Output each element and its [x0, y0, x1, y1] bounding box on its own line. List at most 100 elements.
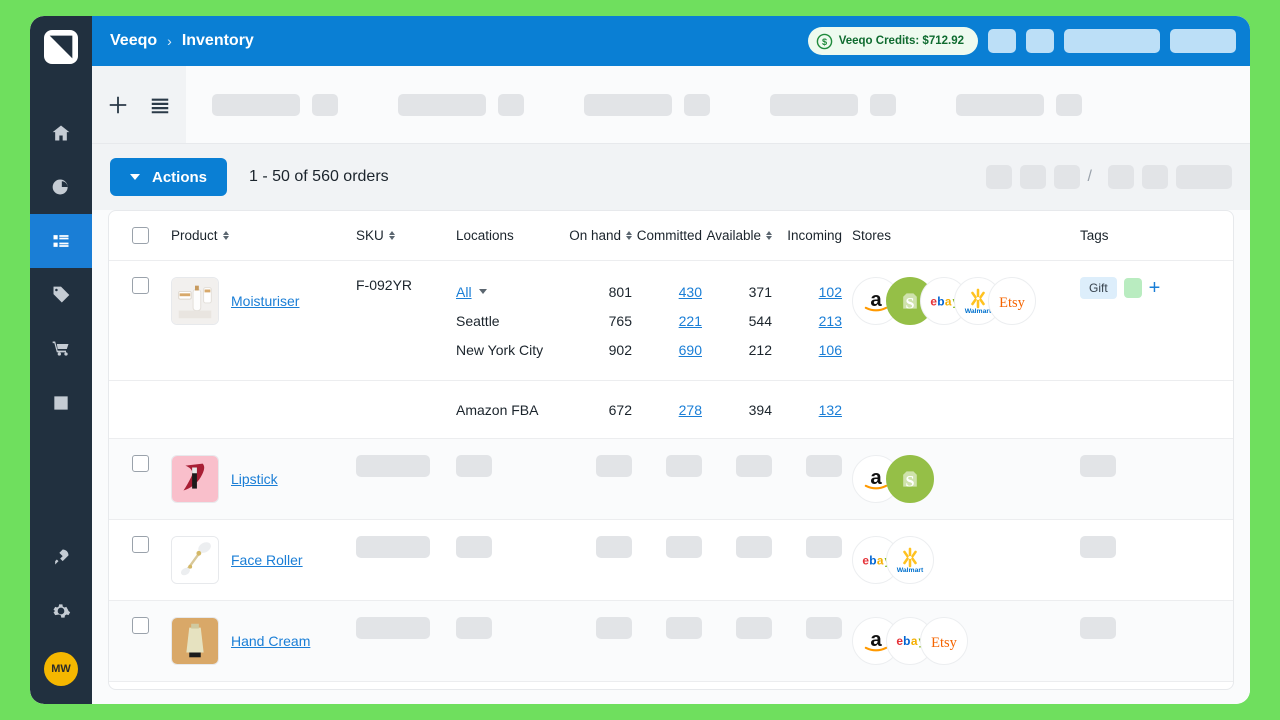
- plus-icon[interactable]: [107, 94, 129, 116]
- tags-cell: Gift +: [1070, 261, 1233, 315]
- hand-cream-thumb: [171, 617, 219, 665]
- etsy-icon[interactable]: Etsy: [920, 617, 968, 665]
- row-checkbox[interactable]: [131, 536, 149, 553]
- home-icon: [52, 125, 70, 141]
- on-hand-placeholder: [596, 455, 632, 477]
- table-container: Product SKU Locations On hand Committed …: [92, 210, 1250, 704]
- sidebar-item-orders[interactable]: [30, 322, 92, 376]
- available-placeholder: [736, 617, 772, 639]
- incoming-placeholder: [806, 617, 842, 639]
- committed-placeholder: [666, 536, 702, 558]
- sidebar-item-settings[interactable]: [30, 584, 92, 638]
- select-all-checkbox[interactable]: [131, 227, 149, 244]
- committed-value[interactable]: 430: [679, 284, 702, 300]
- tag-color-swatch[interactable]: [1123, 278, 1142, 298]
- tags-placeholder: [1080, 617, 1116, 639]
- sku-cell: [356, 439, 456, 493]
- add-tag-button[interactable]: +: [1149, 278, 1161, 298]
- etsy-icon[interactable]: Etsy: [988, 277, 1036, 325]
- row-checkbox[interactable]: [131, 277, 149, 294]
- avatar[interactable]: MW: [44, 652, 78, 686]
- filter-placeholder-4b[interactable]: [870, 93, 896, 116]
- pagination-placeholder-2[interactable]: [1019, 165, 1046, 189]
- sidebar-item-products[interactable]: [30, 268, 92, 322]
- table-row[interactable]: Moisturiser F-092YR All Seattle New York…: [109, 261, 1233, 380]
- top-bar: Veeqo › Inventory $ Veeqo Credits: $712.…: [92, 16, 1250, 66]
- sidebar-item-reports[interactable]: [30, 160, 92, 214]
- table-row[interactable]: Face Roller ebay Walmart: [109, 520, 1233, 601]
- pagination-placeholder-4[interactable]: [1108, 165, 1134, 189]
- filter-placeholder-1b[interactable]: [312, 93, 338, 116]
- sku-cell: [356, 601, 456, 655]
- sort-icon[interactable]: [222, 231, 229, 240]
- header-available-label: Available: [706, 228, 761, 243]
- filter-placeholder-2[interactable]: [398, 93, 486, 116]
- product-link[interactable]: Lipstick: [231, 471, 278, 487]
- filter-placeholder-1[interactable]: [212, 93, 300, 116]
- pagination-placeholder-3[interactable]: [1053, 165, 1080, 189]
- pagination-placeholder-1[interactable]: [985, 165, 1012, 189]
- committed-value[interactable]: 221: [679, 313, 702, 329]
- fba-committed-value[interactable]: 278: [679, 402, 702, 418]
- product-link[interactable]: Hand Cream: [231, 633, 310, 649]
- filter-placeholder-3[interactable]: [584, 93, 672, 116]
- tags-placeholder: [1080, 455, 1116, 477]
- row-checkbox[interactable]: [131, 455, 149, 472]
- header-sku-label: SKU: [356, 228, 384, 243]
- breadcrumb-root[interactable]: Veeqo: [110, 32, 157, 50]
- incoming-value[interactable]: 102: [819, 284, 842, 300]
- location-all-link[interactable]: All: [456, 284, 472, 300]
- header-available[interactable]: Available: [702, 228, 772, 243]
- committed-cell: [632, 439, 702, 493]
- topbar-placeholder-3[interactable]: [1064, 29, 1160, 53]
- sidebar-item-home[interactable]: [30, 106, 92, 160]
- row-checkbox[interactable]: [131, 617, 149, 634]
- table-row[interactable]: Eye Roller a S ebay: [109, 682, 1233, 689]
- table-row[interactable]: Lipstick a S: [109, 439, 1233, 520]
- sku-cell: F-092YR: [356, 277, 413, 293]
- product-cell: Hand Cream: [171, 601, 356, 681]
- incoming-cell: 102 213 106: [772, 261, 842, 380]
- row-select-cell: [109, 439, 171, 488]
- filter-placeholder-2b[interactable]: [498, 93, 524, 116]
- sidebar-item-inventory[interactable]: [30, 214, 92, 268]
- sidebar-item-whats-new[interactable]: [30, 530, 92, 584]
- walmart-icon[interactable]: Walmart: [886, 536, 934, 584]
- tag-chip[interactable]: Gift: [1080, 277, 1117, 299]
- veeqo-credits-badge[interactable]: $ Veeqo Credits: $712.92: [807, 27, 978, 55]
- pagination-placeholder-6[interactable]: [1176, 165, 1232, 189]
- header-sku[interactable]: SKU: [356, 228, 456, 243]
- incoming-value[interactable]: 213: [819, 313, 842, 329]
- table-subrow-fba[interactable]: Amazon FBA 672 278 394 132: [109, 380, 1233, 439]
- bar-chart-icon: [54, 396, 68, 410]
- hamburger-icon[interactable]: [149, 94, 171, 116]
- veeqo-logo[interactable]: [44, 30, 78, 64]
- product-link[interactable]: Moisturiser: [231, 293, 299, 309]
- row-select-cell: [109, 520, 171, 569]
- filter-placeholder-5[interactable]: [956, 93, 1044, 116]
- topbar-placeholder-1[interactable]: [988, 29, 1016, 53]
- header-product[interactable]: Product: [171, 228, 356, 243]
- filter-placeholder-5b[interactable]: [1056, 93, 1082, 116]
- sku-placeholder: [356, 536, 430, 558]
- moisturiser-thumb: [171, 277, 219, 325]
- fba-available-value: 394: [748, 401, 772, 418]
- chevron-down-icon[interactable]: [478, 289, 487, 294]
- fba-incoming-value[interactable]: 132: [819, 402, 842, 418]
- product-link[interactable]: Face Roller: [231, 552, 303, 568]
- committed-value[interactable]: 690: [679, 342, 702, 358]
- table-row[interactable]: Hand Cream a ebay Etsy: [109, 601, 1233, 682]
- filter-placeholder-3b[interactable]: [684, 93, 710, 116]
- actions-button[interactable]: Actions: [110, 158, 228, 196]
- incoming-value[interactable]: 106: [819, 342, 842, 358]
- topbar-placeholder-4[interactable]: [1170, 29, 1236, 53]
- pagination-placeholder-5[interactable]: [1142, 165, 1168, 189]
- filter-placeholder-4[interactable]: [770, 93, 858, 116]
- topbar-placeholder-2[interactable]: [1026, 29, 1054, 53]
- header-on-hand[interactable]: On hand: [566, 228, 632, 243]
- sidebar-item-analytics[interactable]: [30, 376, 92, 430]
- shopify-icon[interactable]: S: [886, 455, 934, 503]
- sort-icon[interactable]: [388, 231, 395, 240]
- tags-cell: [1070, 520, 1233, 574]
- location-all[interactable]: All: [456, 277, 566, 306]
